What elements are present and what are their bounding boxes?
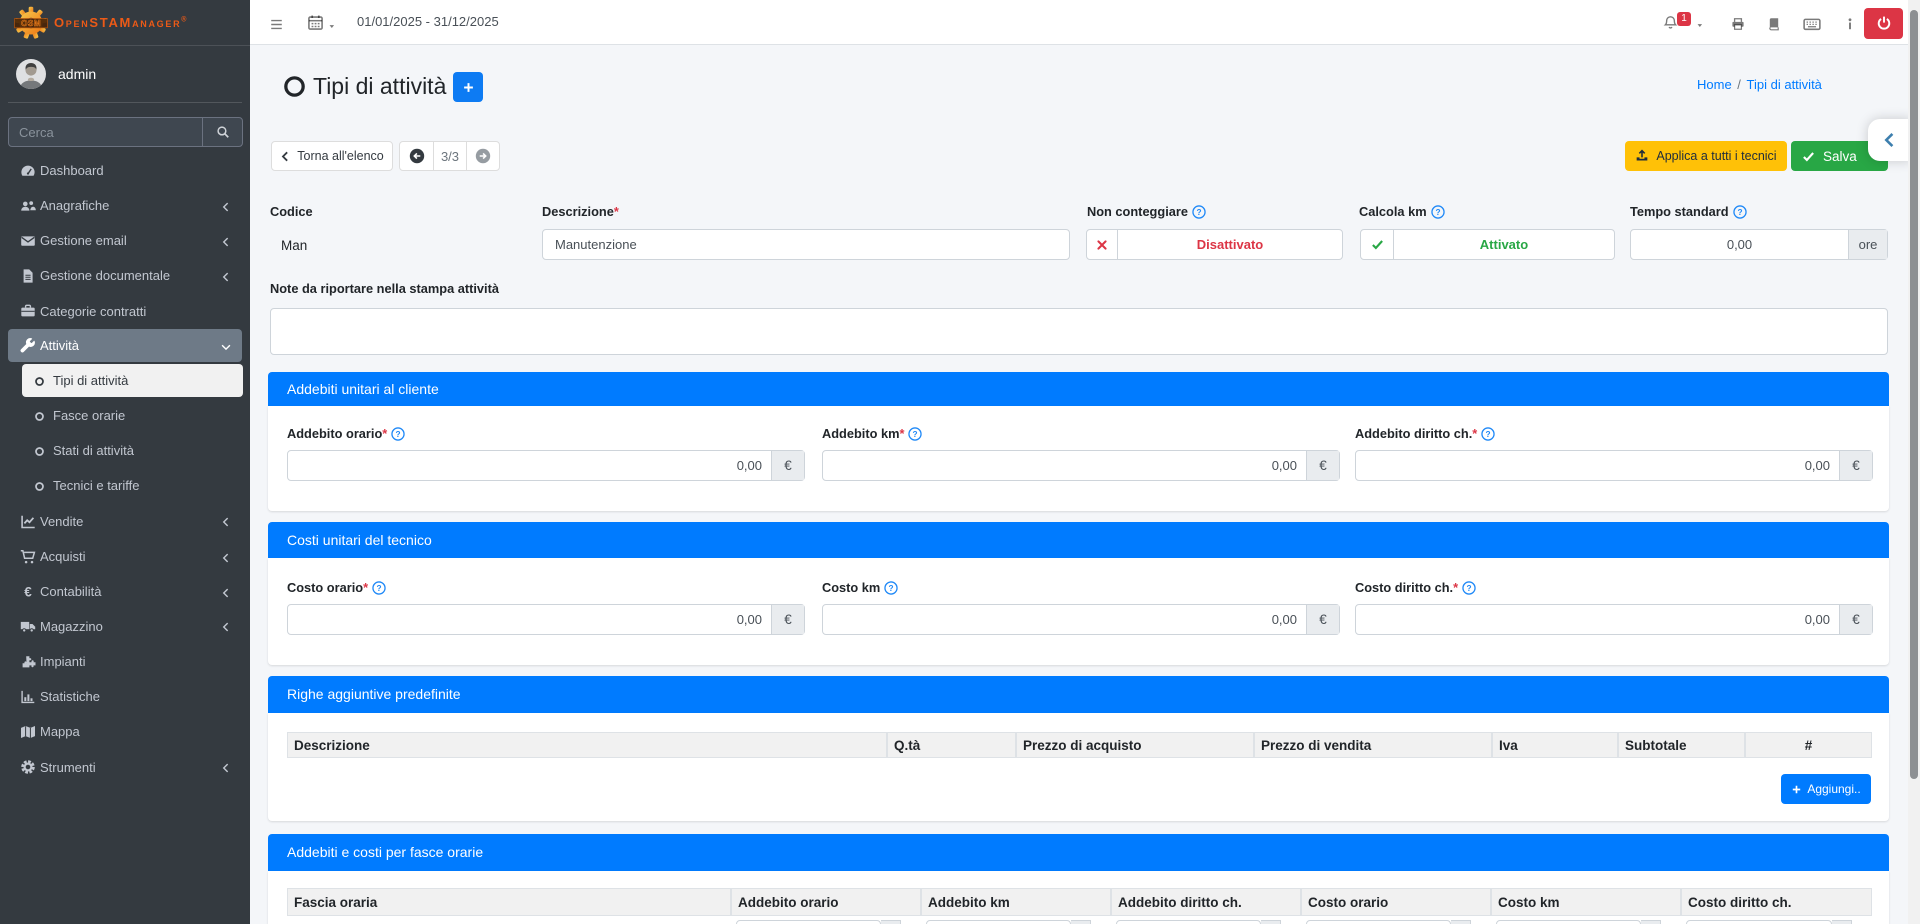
svg-text:?: ?: [1467, 583, 1472, 593]
svg-text:OSM: OSM: [21, 18, 41, 27]
svg-text:?: ?: [889, 583, 894, 593]
svg-text:?: ?: [377, 583, 382, 593]
svg-text:?: ?: [1486, 429, 1491, 439]
svg-text:?: ?: [396, 429, 401, 439]
svg-text:?: ?: [1196, 207, 1201, 217]
svg-text:?: ?: [1737, 207, 1742, 217]
svg-text:?: ?: [1435, 207, 1440, 217]
svg-text:€: €: [24, 585, 32, 600]
svg-text:?: ?: [913, 429, 918, 439]
